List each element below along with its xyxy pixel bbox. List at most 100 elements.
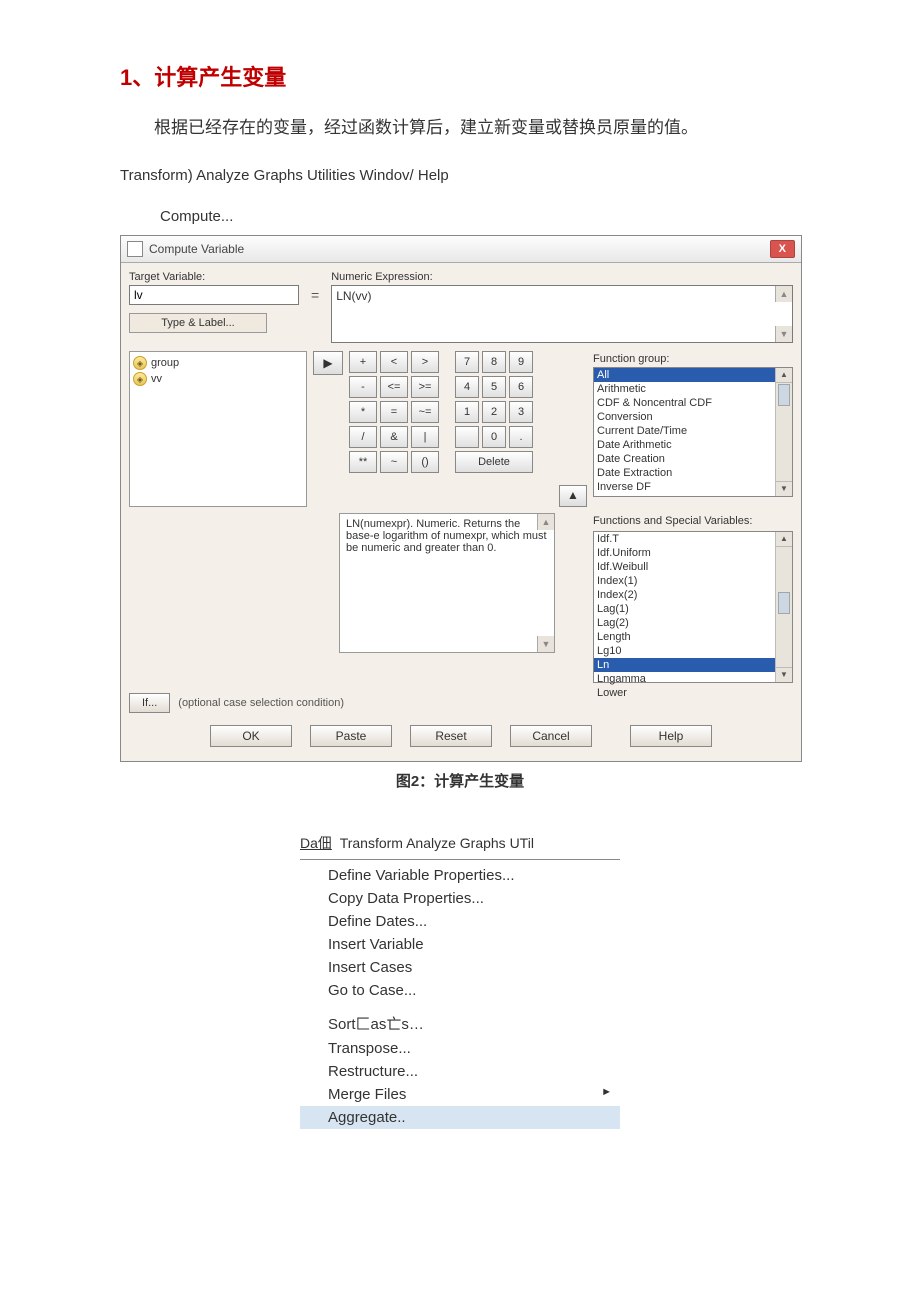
digit-6-button[interactable]: 6 [509, 376, 533, 398]
ok-button[interactable]: OK [210, 725, 292, 747]
data-menu-figure: Da佃 Transform Analyze Graphs UTil Define… [300, 831, 620, 1129]
data-menu-item[interactable]: Sort匚as亡s… [300, 1010, 620, 1037]
function-group-item[interactable]: Conversion [594, 410, 792, 424]
op-and-button[interactable]: & [380, 426, 408, 448]
op-pow-button[interactable]: ** [349, 451, 377, 473]
data-menu-item[interactable]: Copy Data Properties... [300, 887, 620, 910]
data-menu-item[interactable]: Aggregate.. [300, 1106, 620, 1129]
calculator-keypad: + < > 7 8 9 - <= >= 4 5 6 * = ~= [349, 351, 553, 507]
op-eq-button[interactable]: = [380, 401, 408, 423]
figure-caption: 图2：计算产生变量 [120, 770, 800, 791]
digit-8-button[interactable]: 8 [482, 351, 506, 373]
op-paren-button[interactable]: () [411, 451, 439, 473]
cancel-button[interactable]: Cancel [510, 725, 592, 747]
insert-function-up-button[interactable]: ▲ [559, 485, 587, 507]
digit-3-button[interactable]: 3 [509, 401, 533, 423]
op-mul-button[interactable]: * [349, 401, 377, 423]
function-item[interactable]: Lg10 [594, 644, 792, 658]
scroll-down-icon[interactable]: ▼ [776, 667, 792, 682]
scroll-up-icon[interactable]: ▲ [776, 532, 792, 547]
scroll-thumb[interactable] [778, 592, 790, 614]
scroll-thumb[interactable] [778, 384, 790, 406]
target-variable-input[interactable] [129, 285, 299, 305]
data-menu-item[interactable]: Go to Case... [300, 979, 620, 1002]
digit-1-button[interactable]: 1 [455, 401, 479, 423]
function-group-item[interactable]: Current Date/Time [594, 424, 792, 438]
help-button[interactable]: Help [630, 725, 712, 747]
close-button[interactable]: X [770, 240, 795, 258]
function-group-item[interactable]: Date Creation [594, 452, 792, 466]
function-item[interactable]: Idf.T [594, 532, 792, 546]
if-button[interactable]: If... [129, 693, 170, 713]
function-group-item[interactable]: Date Arithmetic [594, 438, 792, 452]
function-group-item[interactable]: Arithmetic [594, 382, 792, 396]
data-menu-item[interactable]: Define Dates... [300, 910, 620, 933]
type-and-label-button[interactable]: Type & Label... [129, 313, 267, 333]
function-item[interactable]: Length [594, 630, 792, 644]
doc-paragraph: 根据已经存在的变量，经过函数计算后，建立新变量或替换员原量的值。 [120, 114, 800, 143]
variable-item[interactable]: ◈group [133, 355, 303, 371]
op-ne-button[interactable]: ~= [411, 401, 439, 423]
data-menu-item[interactable]: Merge Files [300, 1083, 620, 1106]
function-group-listbox[interactable]: All Arithmetic CDF & Noncentral CDF Conv… [593, 367, 793, 497]
scale-icon: ◈ [133, 356, 147, 370]
data-menu-item[interactable]: Insert Cases [300, 956, 620, 979]
digit-5-button[interactable]: 5 [482, 376, 506, 398]
dot-button[interactable]: . [509, 426, 533, 448]
menu-sub-text: Compute... [160, 208, 800, 225]
compute-variable-dialog: Compute Variable X Target Variable: Type… [120, 235, 802, 762]
move-to-expression-button[interactable]: ▶ [313, 351, 343, 375]
function-item[interactable]: Lower [594, 686, 792, 700]
reset-button[interactable]: Reset [410, 725, 492, 747]
data-menu-item[interactable]: Insert Variable [300, 933, 620, 956]
desc-scroll-up-icon[interactable]: ▲ [537, 514, 554, 530]
digit-0-button[interactable]: 0 [482, 426, 506, 448]
function-item[interactable]: Lngamma [594, 672, 792, 686]
function-item[interactable]: Lag(2) [594, 616, 792, 630]
function-group-item[interactable]: CDF & Noncentral CDF [594, 396, 792, 410]
function-group-item[interactable]: Inverse DF [594, 480, 792, 494]
scroll-up-icon[interactable]: ▲ [776, 368, 792, 383]
function-description-text: LN(numexpr). Numeric. Returns the base-e… [339, 513, 555, 653]
op-ge-button[interactable]: >= [411, 376, 439, 398]
scroll-down-icon[interactable]: ▼ [776, 481, 792, 496]
doc-heading: 1、计算产生变量 [120, 60, 800, 92]
op-gt-button[interactable]: > [411, 351, 439, 373]
function-item[interactable]: Lag(1) [594, 602, 792, 616]
data-menu-trigger[interactable]: Da佃 [300, 835, 332, 851]
op-minus-button[interactable]: - [349, 376, 377, 398]
function-group-item[interactable]: Date Extraction [594, 466, 792, 480]
paste-button[interactable]: Paste [310, 725, 392, 747]
expr-scroll-down-icon[interactable]: ▼ [775, 326, 792, 342]
data-menu-item[interactable]: Transpose... [300, 1037, 620, 1060]
op-div-button[interactable]: / [349, 426, 377, 448]
digit-2-button[interactable]: 2 [482, 401, 506, 423]
digit-4-button[interactable]: 4 [455, 376, 479, 398]
function-item[interactable]: Idf.Weibull [594, 560, 792, 574]
data-menu-item[interactable]: Restructure... [300, 1060, 620, 1083]
numeric-expression-textarea[interactable]: LN(vv) ▲ ▼ [331, 285, 793, 343]
op-le-button[interactable]: <= [380, 376, 408, 398]
variable-item[interactable]: ◈vv [133, 371, 303, 387]
data-menu-item[interactable]: Define Variable Properties... [300, 864, 620, 887]
desc-scroll-down-icon[interactable]: ▼ [537, 636, 554, 652]
expr-scroll-up-icon[interactable]: ▲ [775, 286, 792, 302]
menu-bar: Da佃 Transform Analyze Graphs UTil [300, 831, 620, 855]
variables-listbox[interactable]: ◈group ◈vv [129, 351, 307, 507]
delete-button[interactable]: Delete [455, 451, 533, 473]
scrollbar[interactable]: ▲ ▼ [775, 532, 792, 682]
scrollbar[interactable]: ▲ ▼ [775, 368, 792, 496]
functions-listbox[interactable]: Idf.T Idf.Uniform Idf.Weibull Index(1) I… [593, 531, 793, 683]
blank-button[interactable] [455, 426, 479, 448]
function-item[interactable]: Index(2) [594, 588, 792, 602]
op-lt-button[interactable]: < [380, 351, 408, 373]
function-item[interactable]: Idf.Uniform [594, 546, 792, 560]
function-item[interactable]: Ln [594, 658, 792, 672]
op-plus-button[interactable]: + [349, 351, 377, 373]
op-or-button[interactable]: | [411, 426, 439, 448]
digit-7-button[interactable]: 7 [455, 351, 479, 373]
op-not-button[interactable]: ~ [380, 451, 408, 473]
function-group-item[interactable]: All [594, 368, 792, 382]
digit-9-button[interactable]: 9 [509, 351, 533, 373]
function-item[interactable]: Index(1) [594, 574, 792, 588]
